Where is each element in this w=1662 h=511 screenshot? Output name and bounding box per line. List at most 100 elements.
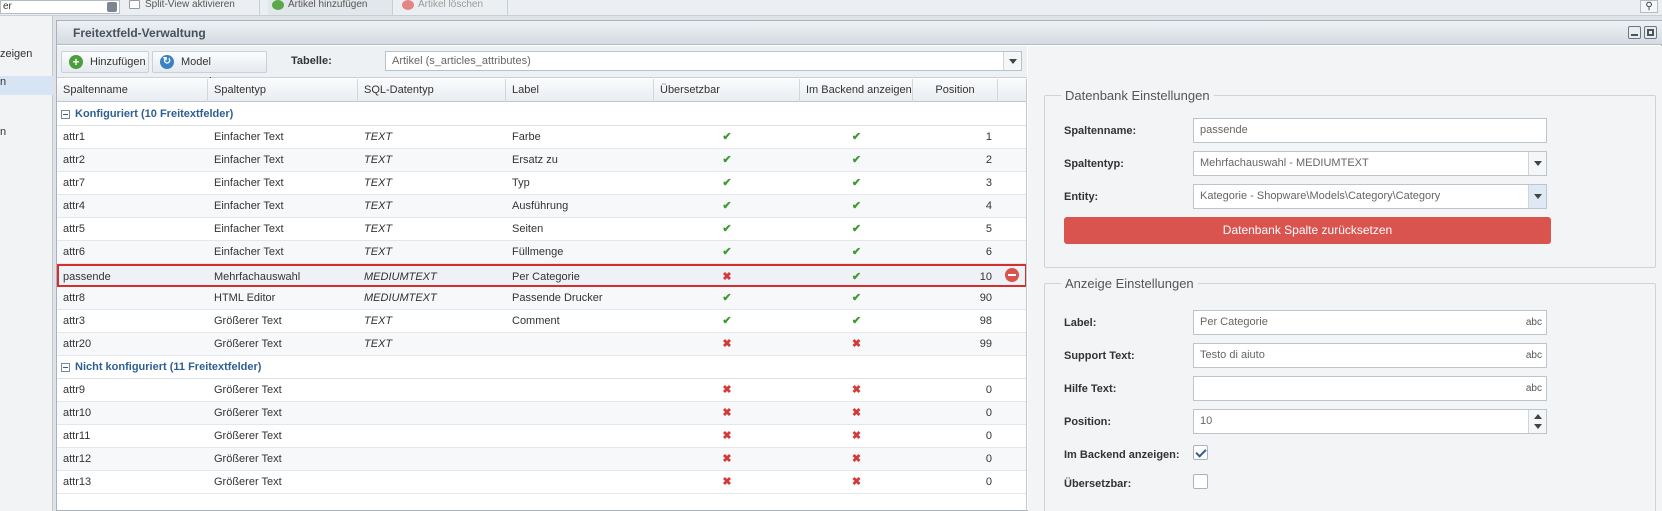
table-row-selected[interactable]: passende Mehrfachauswahl MEDIUMTEXT Per Cat… (57, 264, 1026, 287)
check-icon: ✔ (851, 292, 862, 304)
table-row[interactable]: attr1 Einfacher Text TEXT Farbe ✔ ✔ 1 (57, 126, 1026, 149)
table-row[interactable]: attr13 Größerer Text ✖ ✖ 0 (57, 471, 1026, 494)
backend-cell: ✖ (800, 471, 913, 493)
cell-sql: TEXT (364, 338, 393, 350)
table-label: Tabelle: (291, 55, 332, 67)
cell-sql (358, 425, 506, 447)
spinner-icon[interactable] (1528, 410, 1546, 433)
cell-label (506, 333, 654, 355)
translatable-label: Übersetzbar: (1064, 478, 1132, 490)
translatable-cell: ✖ (654, 425, 800, 447)
cell-label (506, 425, 654, 447)
minimize-icon[interactable] (1628, 26, 1641, 39)
search-clear-icon[interactable] (107, 2, 117, 12)
group-title: Konfiguriert (10 Freitextfelder) (75, 108, 234, 120)
group-header[interactable]: Konfiguriert (10 Freitextfelder) (57, 103, 1026, 126)
column-header-backend[interactable]: Im Backend anzeigen (800, 79, 913, 102)
chevron-down-icon[interactable] (1003, 52, 1021, 70)
cell-position: 90 (979, 292, 992, 304)
column-header-position[interactable]: Position (913, 79, 998, 102)
column-header-sql-datentyp[interactable]: SQL-Datentyp (358, 79, 506, 102)
check-icon: ✔ (722, 292, 732, 304)
backend-checkbox[interactable] (1193, 445, 1208, 460)
cell-type: Einfacher Text (214, 131, 284, 143)
reset-column-button[interactable]: Datenbank Spalte zurücksetzen (1064, 217, 1551, 244)
column-header-uebersetzbar[interactable]: Übersetzbar (654, 79, 800, 102)
table-row[interactable]: attr2 Einfacher Text TEXT Ersatz zu ✔ ✔ 2 (57, 149, 1026, 172)
backend-label: Im Backend anzeigen: (1064, 449, 1180, 461)
add-article-button[interactable]: Artikel hinzufügen (268, 0, 393, 15)
cell-label: Füllmenge (512, 246, 564, 258)
table-row[interactable]: attr3 Größerer Text TEXT Comment ✔ ✔ 98 (57, 310, 1026, 333)
cell-sql: TEXT (364, 315, 393, 327)
cell-label (506, 471, 654, 493)
delete-article-button[interactable]: Artikel löschen (398, 0, 508, 15)
cell-label: Passende Drucker (512, 292, 603, 304)
entity-select[interactable]: Kategorie - Shopware\Models\Category\Cat… (1193, 184, 1547, 209)
cell-type: Einfacher Text (214, 154, 284, 166)
backend-cell: ✖ (800, 333, 913, 355)
translatable-cell: ✖ (654, 402, 800, 424)
split-view-button[interactable]: Split-View aktivieren (125, 0, 260, 15)
check-icon: ✔ (851, 200, 862, 212)
nav-item-active[interactable]: n (0, 76, 53, 95)
table-row[interactable]: attr6 Einfacher Text TEXT Füllmenge ✔ ✔ 6 (57, 241, 1026, 264)
support-text-label: Support Text: (1064, 350, 1135, 362)
collapse-icon[interactable] (61, 363, 70, 372)
minus-icon (402, 0, 414, 10)
remove-icon[interactable] (1005, 268, 1019, 282)
table-row[interactable]: attr9 Größerer Text ✖ ✖ 0 (57, 379, 1026, 402)
text-field-icon: abc (1525, 317, 1542, 328)
cell-name: attr1 (63, 131, 86, 143)
translatable-cell: ✖ (654, 471, 800, 493)
table-row[interactable]: attr10 Größerer Text ✖ ✖ 0 (57, 402, 1026, 425)
check-icon: ✔ (851, 131, 862, 143)
cell-sql: TEXT (364, 154, 393, 166)
nav-item[interactable]: zeigen (0, 48, 32, 60)
chevron-down-icon[interactable] (1528, 152, 1546, 175)
table-row[interactable]: attr4 Einfacher Text TEXT Ausführung ✔ ✔ 4 (57, 195, 1026, 218)
column-name-field[interactable]: passende (1193, 118, 1547, 143)
backend-cell: ✔ (800, 310, 913, 332)
table-row[interactable]: attr11 Größerer Text ✖ ✖ 0 (57, 425, 1026, 448)
cross-icon: ✖ (722, 453, 732, 465)
table-row[interactable]: attr12 Größerer Text ✖ ✖ 0 (57, 448, 1026, 471)
column-header-spaltentyp[interactable]: Spaltentyp (208, 79, 358, 102)
position-field[interactable]: 10 (1193, 409, 1547, 434)
nav-item[interactable]: n (0, 126, 6, 138)
group-header[interactable]: Nicht konfiguriert (11 Freitextfelder) (57, 356, 1026, 379)
translatable-checkbox[interactable] (1193, 474, 1208, 489)
generate-model-button[interactable]: ↻Model generieren (152, 51, 267, 88)
column-type-select[interactable]: Mehrfachauswahl - MEDIUMTEXT (1193, 151, 1547, 176)
column-header-label[interactable]: Label (506, 79, 654, 102)
database-settings-legend: Datenbank Einstellungen (1065, 88, 1210, 103)
cross-icon: ✖ (722, 271, 732, 283)
check-icon: ✔ (851, 271, 862, 283)
add-button[interactable]: + Hinzufügen (61, 51, 149, 73)
table-row[interactable]: attr5 Einfacher Text TEXT Seiten ✔ ✔ 5 (57, 218, 1026, 241)
table-select[interactable]: Artikel (s_articles_attributes) (385, 51, 1022, 71)
cell-label: Typ (512, 177, 530, 189)
cell-name: attr8 (63, 292, 86, 304)
top-search-input[interactable]: er (0, 0, 120, 14)
table-row[interactable]: attr20 Größerer Text TEXT ✖ ✖ 99 (57, 333, 1026, 356)
column-header-spaltenname[interactable]: Spaltenname (57, 79, 208, 102)
check-icon: ✔ (851, 246, 862, 258)
maximize-icon[interactable] (1644, 26, 1657, 39)
cell-type: Größerer Text (214, 476, 282, 488)
table-row[interactable]: attr7 Einfacher Text TEXT Typ ✔ ✔ 3 (57, 172, 1026, 195)
help-text-field[interactable]: abc (1193, 376, 1547, 401)
cell-label: Seiten (512, 223, 544, 235)
text-field-icon: abc (1525, 350, 1542, 361)
chevron-down-icon[interactable] (1528, 185, 1546, 208)
check-icon: ✔ (722, 200, 732, 212)
table-row[interactable]: attr8 HTML Editor MEDIUMTEXT Passende Druck… (57, 287, 1026, 310)
search-icon[interactable]: ⚲ (1640, 0, 1658, 13)
label-field[interactable]: Per Categorie abc (1193, 310, 1547, 335)
collapse-icon[interactable] (61, 110, 70, 119)
support-text-field[interactable]: Testo di aiuto abc (1193, 343, 1547, 368)
backend-cell: ✔ (800, 195, 913, 217)
backend-cell: ✔ (800, 218, 913, 240)
cell-position: 98 (979, 315, 992, 327)
translatable-cell: ✔ (654, 241, 800, 263)
